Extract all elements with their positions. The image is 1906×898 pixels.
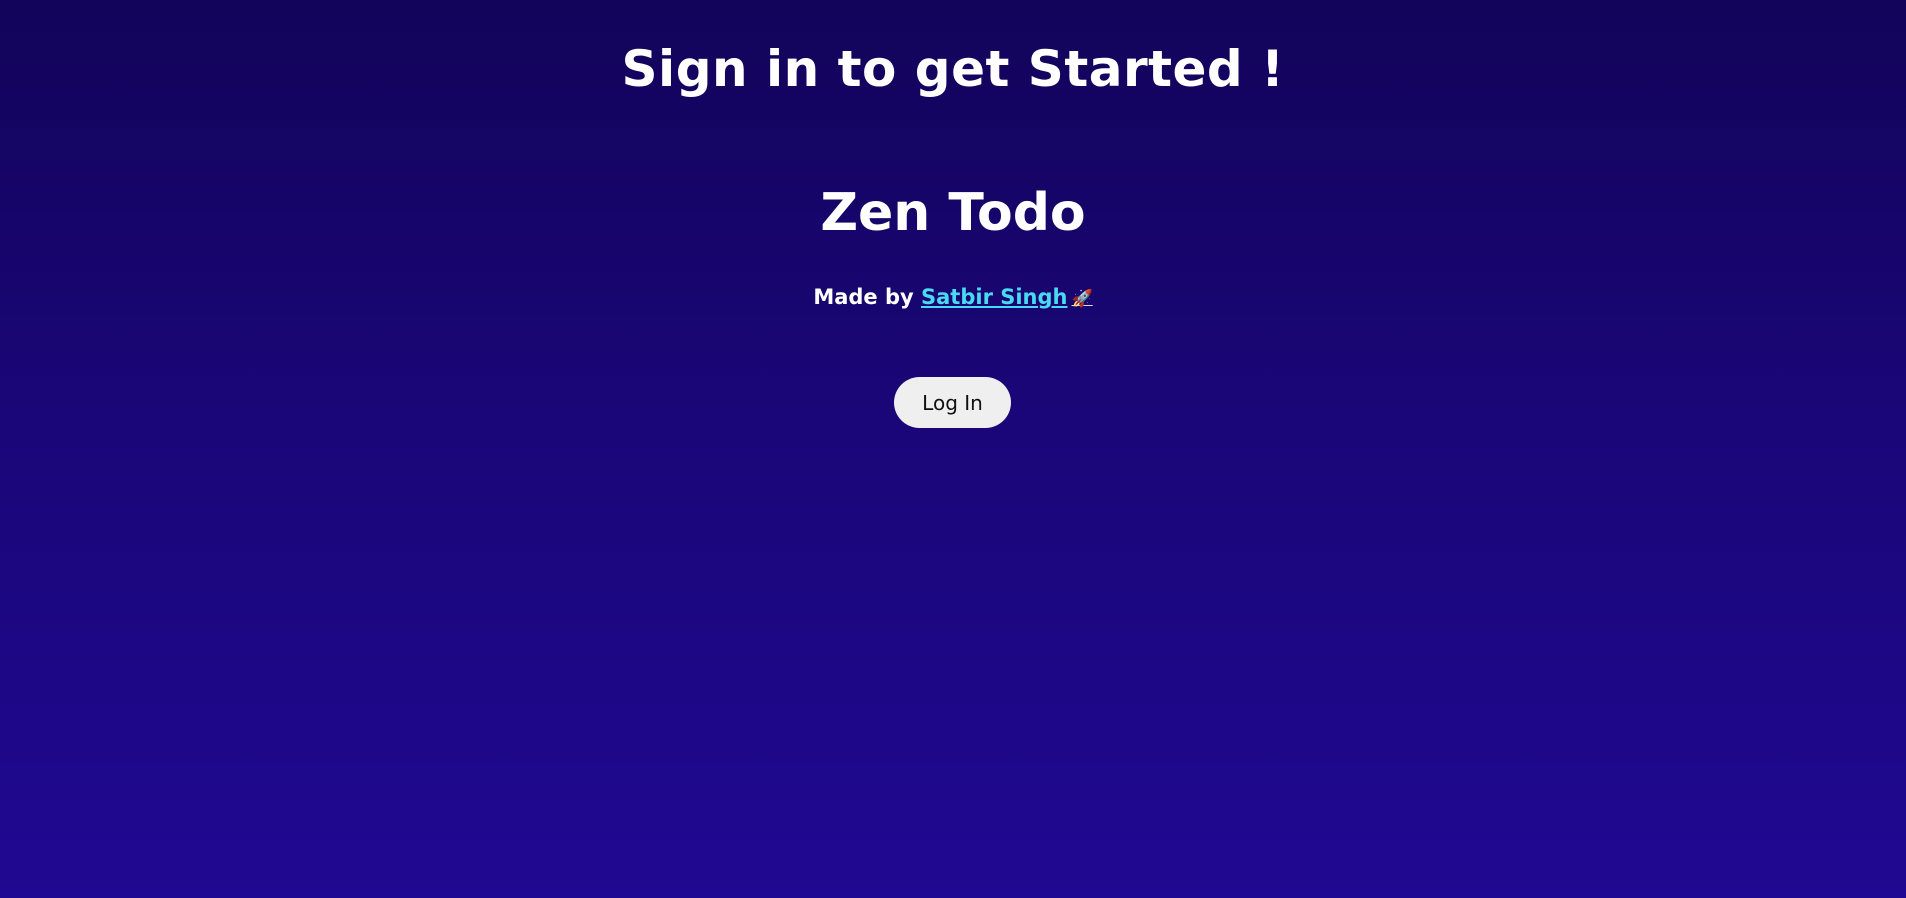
- rocket-icon: 🚀: [1071, 289, 1093, 309]
- app-title: Zen Todo: [820, 183, 1086, 243]
- login-button[interactable]: Log In: [894, 377, 1011, 428]
- login-page: Sign in to get Started ! Zen Todo Made b…: [0, 0, 1906, 898]
- signin-heading: Sign in to get Started !: [621, 40, 1285, 98]
- credit-line: Made by Satbir Singh 🚀: [0, 282, 1906, 314]
- author-link[interactable]: Satbir Singh 🚀: [921, 285, 1093, 309]
- credit-prefix: Made by: [813, 285, 921, 309]
- author-link-label: Satbir Singh: [921, 285, 1068, 309]
